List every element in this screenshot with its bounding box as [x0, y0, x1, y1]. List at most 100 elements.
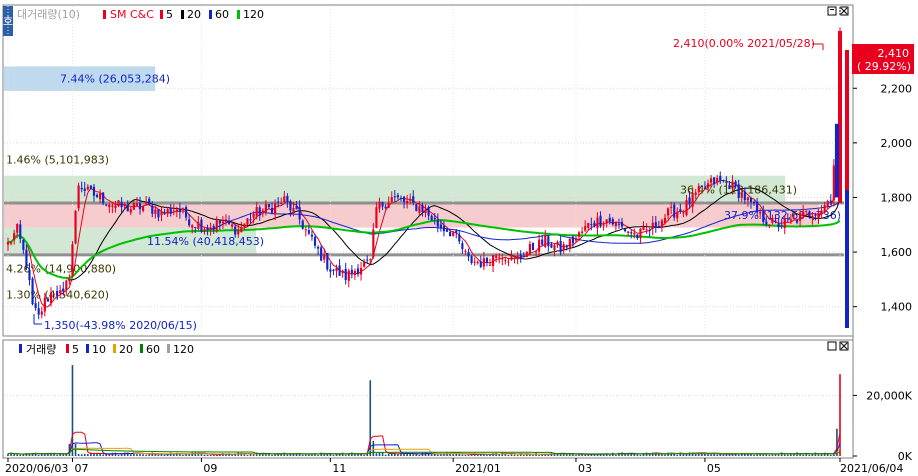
candle-body: [99, 193, 102, 200]
candle-body: [329, 269, 332, 272]
volume-bar: [636, 454, 639, 456]
candle-body: [240, 227, 243, 233]
candle-body: [111, 205, 114, 207]
candle-body: [461, 243, 464, 250]
volume-bar: [608, 454, 611, 456]
candle-body: [415, 204, 418, 211]
candle-body: [396, 195, 399, 198]
candle-body: [587, 223, 590, 228]
volume-legend-label: 5: [72, 343, 79, 356]
volume-bar: [249, 454, 252, 456]
candle-body: [138, 203, 142, 210]
candle-body: [562, 244, 565, 250]
candle-body: [458, 234, 461, 242]
candle-body: [34, 303, 37, 309]
volume-bar: [412, 454, 415, 456]
volume-bar: [378, 452, 381, 456]
candle-body: [224, 219, 228, 222]
candle-body: [188, 219, 191, 226]
candle-body: [43, 297, 46, 312]
candle-body: [501, 258, 504, 260]
volume-bar: [817, 454, 820, 456]
candle-body: [722, 180, 725, 182]
candle-body: [676, 211, 679, 219]
volume-bar: [661, 454, 663, 456]
volume-bar: [455, 454, 458, 456]
candle-body: [372, 229, 375, 258]
volume-bar: [802, 454, 804, 456]
candle-body: [491, 255, 495, 267]
volume-bar: [62, 454, 65, 456]
volume-maximize-icon[interactable]: [827, 341, 837, 351]
candle-body: [178, 209, 182, 213]
candle-body: [65, 280, 68, 291]
x-tick-label: 2021/01: [455, 462, 501, 475]
candle-body: [544, 235, 547, 247]
candle-body: [467, 252, 470, 257]
volume-bar: [117, 454, 120, 456]
volume-bar: [418, 455, 421, 456]
candle-body: [645, 229, 648, 231]
volume-bar: [16, 454, 19, 456]
candle-body: [663, 217, 667, 223]
candle-body: [212, 226, 215, 229]
volume-bar: [87, 454, 89, 456]
candle-body: [584, 226, 587, 231]
candle-body: [654, 222, 657, 228]
volume-bar: [154, 454, 157, 456]
candle-body: [184, 207, 188, 218]
candle-body: [200, 219, 203, 232]
volume-bar: [682, 454, 685, 456]
candle-body: [670, 206, 673, 208]
volume-tick-label: 20,000K: [866, 389, 912, 402]
candle-body: [335, 267, 338, 271]
candle-body: [808, 212, 811, 217]
candle-body: [332, 269, 335, 271]
candle-body: [811, 216, 814, 219]
candle-body: [455, 230, 458, 233]
current-price-badge: 2,410 ( 29.92%): [852, 44, 914, 74]
candle-body: [378, 201, 381, 209]
volume-bar: [301, 454, 304, 456]
candle-body: [384, 206, 387, 209]
candle-body: [427, 207, 430, 216]
candle-body: [310, 234, 314, 237]
candle-body: [393, 196, 396, 198]
candle-body: [151, 205, 154, 214]
candle-body: [795, 220, 799, 223]
volume-bar: [390, 453, 393, 456]
candle-body: [436, 219, 439, 227]
candle-body: [157, 209, 160, 218]
volume-bar: [344, 455, 347, 456]
candle-body: [648, 229, 651, 231]
candle-body: [6, 241, 10, 245]
candle-body: [805, 210, 808, 212]
volume-bar: [737, 454, 740, 456]
volume-bar: [77, 454, 80, 456]
volume-bar: [354, 454, 356, 456]
volume-bar: [516, 455, 519, 456]
price-pane-frame: [2, 4, 854, 337]
volume-bar: [544, 454, 547, 456]
candle-body: [823, 205, 826, 213]
volume-bar: [808, 454, 811, 456]
candle-body: [62, 288, 65, 292]
candle-body: [399, 197, 403, 199]
volume-bar: [182, 455, 184, 456]
candle-body: [283, 196, 286, 203]
candle-body: [762, 211, 765, 222]
candle-body: [163, 212, 166, 215]
current-price-text: 2,410: [878, 47, 910, 60]
candle-body: [252, 214, 255, 218]
candle-body: [22, 239, 25, 250]
candle-body: [16, 224, 19, 233]
candle-body: [694, 192, 697, 196]
candle-body: [13, 233, 16, 241]
volume-bar: [80, 454, 83, 456]
candle-body: [77, 185, 80, 209]
legend-title: 대거래량(10): [17, 8, 80, 21]
volume-bar: [102, 454, 104, 456]
candle-body: [421, 205, 424, 213]
maximize-icon[interactable]: [827, 6, 837, 16]
candle-body: [120, 201, 123, 208]
